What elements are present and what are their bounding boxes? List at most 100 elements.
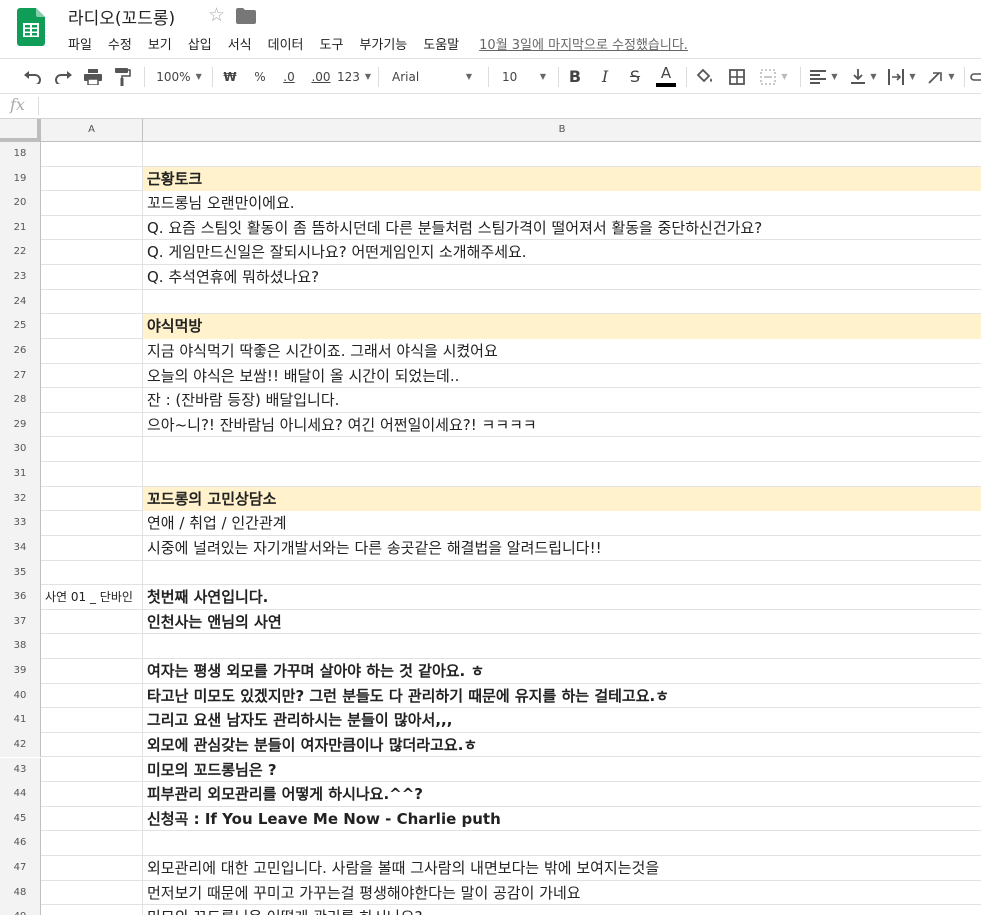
cell-a[interactable]	[41, 659, 143, 684]
row-header[interactable]: 35	[0, 560, 41, 586]
text-rotation-icon[interactable]: ▼	[922, 59, 960, 94]
cell-a[interactable]	[41, 486, 143, 512]
cell-a[interactable]	[41, 782, 143, 807]
row-header[interactable]: 47	[0, 855, 41, 881]
row-header[interactable]: 31	[0, 462, 41, 487]
formula-input[interactable]	[44, 94, 974, 118]
cell-b[interactable]: 시중에 널려있는 자기개발서와는 다른 송곳같은 해결법을 알려드립니다!!	[143, 536, 981, 561]
cell-b[interactable]: 꼬드롱님 오랜만이에요.	[143, 191, 981, 216]
merge-cells-icon[interactable]: ▼	[754, 59, 794, 94]
cell-a[interactable]	[41, 363, 143, 389]
horizontal-align-icon[interactable]: ▼	[806, 59, 842, 94]
cell-b[interactable]	[143, 290, 981, 315]
more-formats-button[interactable]: 123 ▼	[336, 59, 372, 94]
row-header[interactable]: 18	[0, 142, 41, 167]
cell-a[interactable]	[41, 757, 143, 783]
cell-a[interactable]	[41, 560, 143, 586]
cell-a[interactable]	[41, 511, 143, 536]
row-header[interactable]: 45	[0, 806, 41, 832]
cell-a[interactable]	[41, 388, 143, 413]
print-icon[interactable]	[80, 59, 106, 94]
currency-format-button[interactable]: ₩	[218, 59, 242, 94]
select-all-corner[interactable]	[0, 119, 41, 141]
menu-help[interactable]: 도움말	[423, 34, 459, 53]
italic-button[interactable]: I	[593, 59, 617, 94]
cell-a[interactable]	[41, 905, 143, 915]
cell-a[interactable]	[41, 142, 143, 167]
cell-b[interactable]: 지금 야식먹기 딱좋은 시간이죠. 그래서 야식을 시켰어요	[143, 339, 981, 364]
redo-icon[interactable]	[50, 59, 76, 94]
menu-addons[interactable]: 부가기능	[359, 34, 407, 53]
percent-format-button[interactable]: %	[248, 59, 272, 94]
increase-decimal-button[interactable]: .00	[306, 59, 336, 94]
cell-b[interactable]: 야식먹방	[143, 314, 981, 339]
row-header[interactable]: 43	[0, 757, 41, 783]
cell-b[interactable]: 그리고 요샌 남자도 관리하시는 분들이 많아서,,,	[143, 708, 981, 733]
cell-b[interactable]: 근황토크	[143, 166, 981, 192]
text-wrap-icon[interactable]: ▼	[884, 59, 920, 94]
row-header[interactable]: 22	[0, 240, 41, 266]
cell-b[interactable]: 꼬드롱의 고민상담소	[143, 486, 981, 512]
row-header[interactable]: 33	[0, 511, 41, 536]
cell-a[interactable]	[41, 289, 143, 315]
cell-a[interactable]	[41, 880, 143, 906]
cell-a[interactable]	[41, 806, 143, 832]
row-header[interactable]: 37	[0, 609, 41, 635]
text-color-button[interactable]: A	[653, 59, 679, 94]
menu-format[interactable]: 서식	[228, 34, 252, 53]
menu-tools[interactable]: 도구	[320, 34, 344, 53]
cell-a[interactable]	[41, 191, 143, 216]
cell-a[interactable]	[41, 683, 143, 709]
strikethrough-button[interactable]: S	[623, 59, 647, 94]
cell-b[interactable]	[143, 462, 981, 487]
cell-b[interactable]: 오늘의 야식은 보쌈!! 배달이 올 시간이 되었는데..	[143, 364, 981, 389]
sheets-logo-icon[interactable]	[17, 8, 45, 46]
cell-b[interactable]: 먼저보기 때문에 꾸미고 가꾸는걸 평생해야한다는 말이 공감이 가네요	[143, 881, 981, 906]
menu-insert[interactable]: 삽입	[188, 34, 212, 53]
row-header[interactable]: 28	[0, 388, 41, 413]
row-header[interactable]: 34	[0, 535, 41, 561]
cell-a[interactable]	[41, 215, 143, 241]
zoom-select[interactable]: 100% ▼	[150, 59, 208, 94]
row-header[interactable]: 21	[0, 215, 41, 241]
row-header[interactable]: 36	[0, 585, 41, 610]
paint-format-icon[interactable]	[110, 59, 136, 94]
cell-b[interactable]: 외모관리에 대한 고민입니다. 사람을 볼때 그사람의 내면보다는 밖에 보여지…	[143, 856, 981, 881]
cell-b[interactable]: 미모의 꼬드롱님은 어떻게 관리를 하시나요?	[143, 905, 981, 915]
cell-b[interactable]: 여자는 평생 외모를 가꾸며 살아야 하는 것 같아요. ㅎ	[143, 659, 981, 684]
row-header[interactable]: 39	[0, 659, 41, 684]
decrease-decimal-button[interactable]: .0	[276, 59, 302, 94]
cell-b[interactable]: Q. 요즘 스팀잇 활동이 좀 뜸하시던데 다른 분들처럼 스팀가격이 떨어져서…	[143, 216, 981, 241]
row-header[interactable]: 19	[0, 166, 41, 192]
cell-b[interactable]: 타고난 미모도 있겠지만? 그런 분들도 다 관리하기 때문에 유지를 하는 걸…	[143, 684, 981, 709]
cell-a[interactable]	[41, 412, 143, 438]
menu-file[interactable]: 파일	[68, 34, 92, 53]
cell-b[interactable]	[143, 831, 981, 856]
cell-b[interactable]	[143, 142, 981, 167]
last-edit-link[interactable]: 10월 3일에 마지막으로 수정했습니다.	[479, 34, 688, 53]
row-header[interactable]: 32	[0, 486, 41, 512]
undo-icon[interactable]	[20, 59, 46, 94]
cell-b[interactable]: 연애 / 취업 / 인간관계	[143, 511, 981, 536]
cell-a[interactable]	[41, 535, 143, 561]
cell-b[interactable]: 외모에 관심갖는 분들이 여자만큼이나 많더라고요.ㅎ	[143, 733, 981, 758]
row-header[interactable]: 26	[0, 338, 41, 364]
row-header[interactable]: 42	[0, 732, 41, 758]
column-header-a[interactable]: A	[41, 119, 143, 141]
cell-b[interactable]: 피부관리 외모관리를 어떻게 하시나요.^^?	[143, 782, 981, 807]
cell-a[interactable]	[41, 240, 143, 266]
fill-color-icon[interactable]	[692, 59, 718, 94]
font-size-select[interactable]: 10 ▼	[494, 59, 554, 94]
cell-b[interactable]: 첫번째 사연입니다.	[143, 585, 981, 610]
cell-b[interactable]	[143, 437, 981, 462]
star-icon[interactable]: ☆	[208, 4, 225, 26]
cell-a[interactable]	[41, 462, 143, 487]
row-header[interactable]: 27	[0, 363, 41, 389]
cell-b[interactable]: 미모의 꼬드롱님은 ?	[143, 758, 981, 783]
link-icon[interactable]	[968, 59, 981, 94]
row-header[interactable]: 46	[0, 831, 41, 856]
cell-a[interactable]	[41, 855, 143, 881]
cell-a[interactable]	[41, 732, 143, 758]
cell-b[interactable]: 으아~니?! 잔바람님 아니세요? 여긴 어쩐일이세요?! ㅋㅋㅋㅋ	[143, 413, 981, 438]
row-header[interactable]: 25	[0, 314, 41, 339]
